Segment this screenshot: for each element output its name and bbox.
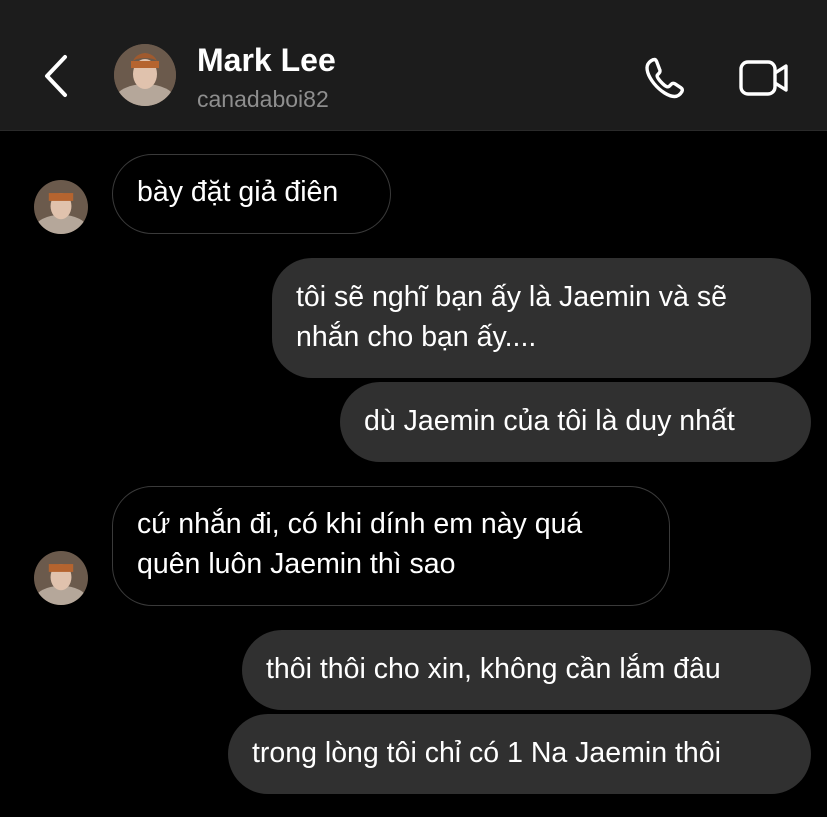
message-text: cứ nhắn đi, có khi dính em này quá: [137, 508, 583, 540]
contact-avatar[interactable]: [114, 44, 176, 106]
message-bubble-outgoing[interactable]: trong lòng tôi chỉ có 1 Na Jaemin thôi: [228, 714, 811, 794]
video-call-button[interactable]: [734, 50, 794, 106]
voice-call-button[interactable]: [637, 50, 693, 106]
message-text: trong lòng tôi chỉ có 1 Na Jaemin thôi: [252, 737, 721, 769]
message-text: nhắn cho bạn ấy....: [296, 321, 537, 353]
message-text: dù Jaemin của tôi là duy nhất: [364, 405, 735, 437]
phone-icon: [645, 57, 685, 99]
sender-avatar[interactable]: [34, 551, 88, 605]
chevron-left-icon: [45, 55, 67, 97]
message-bubble-outgoing[interactable]: dù Jaemin của tôi là duy nhất: [340, 382, 811, 462]
contact-username[interactable]: canadaboi82: [197, 86, 329, 113]
back-button[interactable]: [36, 52, 76, 100]
message-bubble-outgoing[interactable]: tôi sẽ nghĩ bạn ấy là Jaemin và sẽ nhắn …: [272, 258, 811, 378]
video-camera-icon: [739, 60, 788, 96]
message-text: thôi thôi cho xin, không cần lắm đâu: [266, 653, 721, 685]
chat-header: Mark Lee canadaboi82: [0, 0, 827, 131]
sender-avatar[interactable]: [34, 180, 88, 234]
message-text: bày đặt giả điên: [137, 176, 339, 208]
message-text: tôi sẽ nghĩ bạn ấy là Jaemin và sẽ: [296, 281, 727, 313]
message-bubble-incoming[interactable]: cứ nhắn đi, có khi dính em này quá quên …: [112, 486, 670, 606]
contact-name[interactable]: Mark Lee: [197, 42, 336, 79]
message-bubble-outgoing[interactable]: thôi thôi cho xin, không cần lắm đâu: [242, 630, 811, 710]
message-bubble-incoming[interactable]: bày đặt giả điên: [112, 154, 391, 234]
message-text: quên luôn Jaemin thì sao: [137, 548, 456, 580]
